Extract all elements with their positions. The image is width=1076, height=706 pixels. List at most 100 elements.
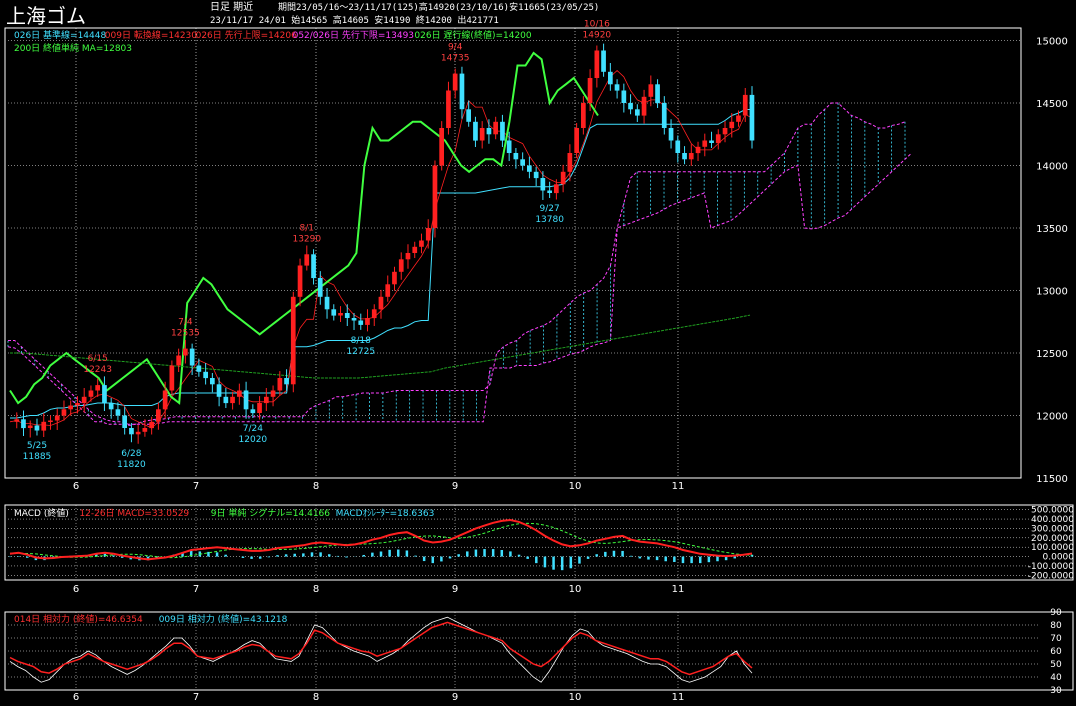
annotation-date: 9/4 xyxy=(448,43,463,53)
month-label: 8 xyxy=(313,584,319,595)
symbol-title: 上海ゴム xyxy=(6,4,86,28)
candle-body xyxy=(122,415,127,428)
candle-body xyxy=(729,121,735,129)
rsi-legend-item: 009日 相対力 (終値)=43.1218 xyxy=(159,613,288,625)
candle-body xyxy=(655,84,660,104)
legend-item: 009日 転換線=14230 xyxy=(105,29,197,41)
candle-body xyxy=(419,240,424,247)
y-tick-label: 12000 xyxy=(1036,412,1068,423)
candle-body xyxy=(21,419,26,429)
candle-body xyxy=(68,405,73,410)
annotation-date: 6/15 xyxy=(88,354,108,364)
rsi-legend: 014日 相対力 (終値)=46.6354 009日 相対力 (終値)=43.12… xyxy=(14,613,288,625)
candle-body xyxy=(682,153,687,160)
candle-body xyxy=(95,385,100,391)
candle-body xyxy=(135,431,141,435)
chart-canvas: 上海ゴム 日足 期近 期間23/05/16～23/11/17(125)高1492… xyxy=(0,0,1074,703)
annotation-date: 8/1 xyxy=(300,223,314,233)
y-tick-label: 14000 xyxy=(1036,162,1068,173)
candle-body xyxy=(486,128,492,135)
candle-body xyxy=(513,153,519,160)
month-label: 6 xyxy=(73,692,79,703)
month-label: 6 xyxy=(73,481,79,492)
candle-body xyxy=(628,103,633,110)
ohlc-line: 23/11/17 24/01 始14565 高14605 安14190 終142… xyxy=(210,14,499,26)
candle-body xyxy=(608,71,613,85)
rsi-y-tick: 50 xyxy=(1050,660,1062,670)
candle-body xyxy=(290,296,296,385)
candle-body xyxy=(88,390,94,397)
candle-body xyxy=(284,378,289,385)
annotation-date: 8/18 xyxy=(351,336,371,346)
kijun-line xyxy=(10,109,752,419)
candle-body xyxy=(223,396,229,404)
candle-body xyxy=(594,50,600,78)
candle-body xyxy=(506,140,512,153)
candle-body xyxy=(749,94,755,141)
legend-item: 052/026日 先行下限=13493 xyxy=(293,29,414,41)
candle-body xyxy=(183,348,188,356)
candle-body xyxy=(635,109,640,116)
month-label: 8 xyxy=(313,481,319,492)
candle-body xyxy=(567,153,573,172)
candle-body xyxy=(156,409,161,422)
month-label: 7 xyxy=(193,584,199,595)
main-price-axis: 15000 14500 14000 13500 13000 12500 12000 11500 xyxy=(1036,37,1068,486)
rsi-y-tick: 30 xyxy=(1050,686,1062,696)
rsi-9-line xyxy=(9,616,753,683)
candle-body xyxy=(520,159,525,166)
candle-body xyxy=(473,121,478,141)
annotation-value: 13780 xyxy=(535,215,564,225)
candle-body xyxy=(493,121,498,135)
y-tick-label: 15000 xyxy=(1036,37,1068,48)
month-label: 10 xyxy=(569,584,582,595)
annotation-date: 9/27 xyxy=(540,204,560,214)
candle-body xyxy=(317,278,323,297)
candle-body xyxy=(378,296,384,310)
y-tick-label: 13500 xyxy=(1036,224,1068,235)
candle-body xyxy=(668,128,674,141)
candle-body xyxy=(446,90,451,128)
annotation-value: 11820 xyxy=(117,460,146,470)
candle-body xyxy=(371,309,377,319)
candle-body xyxy=(709,140,714,143)
candle-body xyxy=(540,178,546,191)
macd-y-tick: -200.0000 xyxy=(1028,571,1074,581)
candle-body xyxy=(230,396,235,404)
candle-body xyxy=(264,396,269,404)
annotation-date: 7/24 xyxy=(243,424,263,434)
candle-body xyxy=(297,265,303,297)
candle-body xyxy=(554,184,559,194)
candle-body xyxy=(398,259,404,272)
candle-body xyxy=(189,348,195,366)
candle-body xyxy=(358,320,364,325)
candle-body xyxy=(216,384,222,397)
candle-body xyxy=(365,318,370,325)
month-label: 9 xyxy=(452,584,458,595)
candle-body xyxy=(661,103,667,128)
candle-body xyxy=(641,96,647,116)
candle-body xyxy=(277,378,283,391)
candle-body xyxy=(466,109,471,122)
rsi-y-tick: 90 xyxy=(1050,608,1062,618)
candle-body xyxy=(54,415,60,421)
candle-body xyxy=(547,190,552,193)
mode-label: 日足 期近 xyxy=(210,0,253,13)
candle-body xyxy=(385,284,391,297)
month-axis-rsi: 6 7 8 9 10 11 xyxy=(73,692,685,703)
candle-body xyxy=(533,171,539,179)
senkou-span-upper-line xyxy=(7,102,906,427)
candle-body xyxy=(338,313,343,316)
candle-body xyxy=(695,146,701,154)
month-label: 10 xyxy=(569,481,582,492)
candle-body xyxy=(196,365,202,372)
rsi-y-tick: 70 xyxy=(1050,634,1062,644)
candle-body xyxy=(243,390,249,410)
candle-body xyxy=(500,121,505,141)
month-label: 9 xyxy=(452,692,458,703)
candle-body xyxy=(250,409,256,414)
month-axis-macd: 6 7 8 9 10 11 xyxy=(73,584,685,595)
candle-body xyxy=(142,428,148,432)
month-label: 9 xyxy=(452,481,458,492)
candle-body xyxy=(574,128,579,153)
